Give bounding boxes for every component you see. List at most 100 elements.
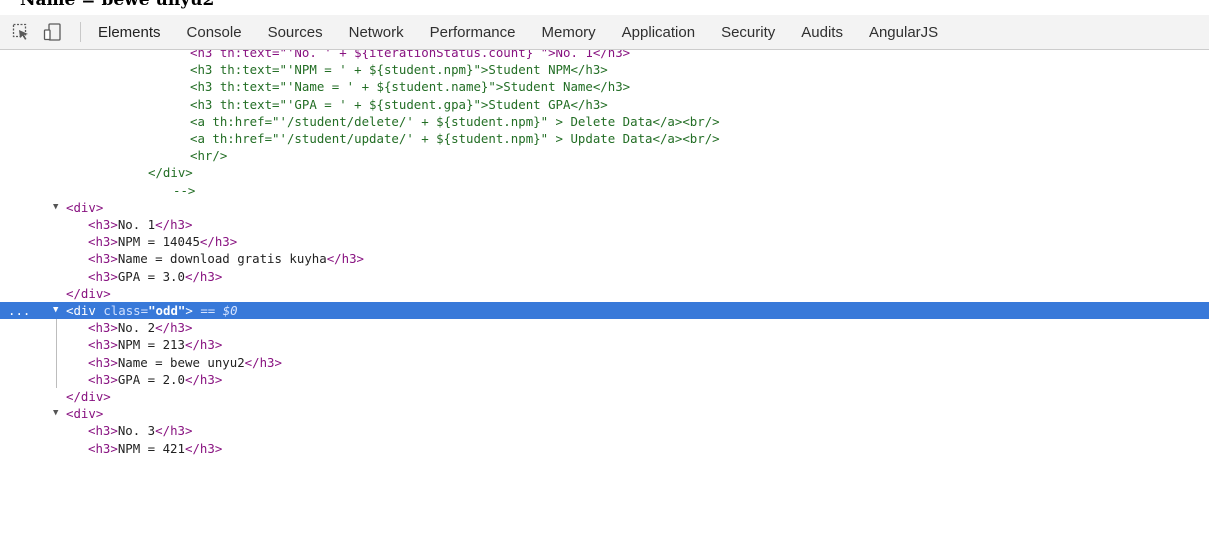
node-markup: <div> bbox=[66, 405, 103, 422]
markup-token: <h3> bbox=[88, 371, 118, 387]
markup-token: </h3> bbox=[155, 217, 193, 232]
markup-token: </h3> bbox=[155, 423, 193, 439]
markup-token: <h3> bbox=[88, 217, 118, 232]
dom-node-row[interactable]: ▼ <div> bbox=[0, 405, 1209, 422]
dom-node-row[interactable]: <h3 th:text="'NPM = ' + ${student.npm}">… bbox=[0, 61, 1209, 78]
markup-token: <h3> bbox=[88, 423, 118, 439]
markup-token: <h3 th:text="'NPM = ' + ${student.npm}">… bbox=[190, 62, 608, 78]
tab-console[interactable]: Console bbox=[174, 15, 255, 49]
tab-network[interactable]: Network bbox=[336, 15, 417, 49]
markup-token: NPM = 421 bbox=[117, 440, 185, 456]
dom-node-row[interactable]: <hr/> bbox=[0, 147, 1209, 164]
dom-node-row[interactable]: <h3>NPM = 421</h3> bbox=[0, 440, 1209, 457]
dom-node-row[interactable]: <h3>Name = download gratis kuyha</h3> bbox=[0, 250, 1209, 267]
markup-token: </h3> bbox=[326, 251, 365, 267]
node-markup: <div> bbox=[66, 199, 103, 216]
node-markup: <h3>NPM = 213</h3> bbox=[88, 336, 222, 353]
selected-node-row[interactable]: ... ▼ <div class="odd"> == $0 bbox=[0, 302, 1209, 320]
dom-node-row[interactable]: <h3>No. 3</h3> bbox=[0, 422, 1209, 439]
markup-token: == $0 bbox=[200, 303, 238, 318]
node-markup: --> bbox=[173, 182, 195, 199]
markup-token: No. 3 bbox=[117, 423, 156, 439]
tab-elements[interactable]: Elements bbox=[85, 15, 174, 49]
dom-node-row[interactable]: <h3>GPA = 2.0</h3> bbox=[0, 371, 1209, 388]
dom-node-row[interactable]: <h3>NPM = 14045</h3> bbox=[0, 233, 1209, 250]
expand-triangle-icon[interactable]: ▼ bbox=[53, 302, 58, 319]
device-toolbar-icon[interactable] bbox=[42, 21, 64, 43]
tab-application[interactable]: Application bbox=[609, 15, 708, 49]
markup-token: <h3> bbox=[88, 251, 118, 267]
markup-token: No. 1 bbox=[117, 217, 156, 232]
markup-token: <h3 th:text="'GPA = ' + ${student.gpa}">… bbox=[190, 96, 608, 112]
markup-token: </h3> bbox=[184, 337, 223, 353]
tab-security[interactable]: Security bbox=[708, 15, 788, 49]
tab-angularjs[interactable]: AngularJS bbox=[856, 15, 951, 49]
dom-node-row[interactable]: <h3 th:text="'Name = ' + ${student.name}… bbox=[0, 78, 1209, 95]
dom-node-row[interactable]: <h3>Name = bewe unyu2</h3> bbox=[0, 354, 1209, 371]
markup-token: <div> bbox=[66, 199, 104, 215]
dom-tree: <h3 th:text="'No. ' + ${iterationStatus.… bbox=[0, 50, 1209, 550]
markup-token: </h3> bbox=[184, 440, 223, 456]
markup-token: <h3 th:text="'Name = ' + ${student.name}… bbox=[190, 79, 631, 95]
markup-token: <h3> bbox=[88, 337, 118, 353]
node-markup: <h3>GPA = 3.0</h3> bbox=[88, 268, 222, 285]
tab-audits[interactable]: Audits bbox=[788, 15, 856, 49]
dom-node-row[interactable]: --> bbox=[0, 182, 1209, 199]
node-markup: <h3>Name = bewe unyu2</h3> bbox=[88, 354, 282, 371]
devtools-toolbar: Elements Console Sources Network Performance… bbox=[0, 15, 1209, 50]
markup-token: class= bbox=[103, 303, 149, 318]
inspect-element-icon[interactable] bbox=[10, 21, 32, 43]
dom-node-row[interactable]: </div> bbox=[0, 285, 1209, 302]
markup-token: <h3 th:text="'No. ' + ${iterationStatus.… bbox=[190, 50, 631, 60]
node-markup: <div class="odd"> == $0 bbox=[66, 302, 238, 319]
dom-node-row[interactable]: </div> bbox=[0, 388, 1209, 405]
markup-token: GPA = 2.0 bbox=[117, 371, 185, 387]
devtools-tabs: Elements Console Sources Network Performance… bbox=[85, 15, 951, 49]
dom-node-row[interactable]: <a th:href="'/student/update/' + ${stude… bbox=[0, 130, 1209, 147]
markup-token: <h3> bbox=[88, 268, 118, 284]
node-markup: <h3>GPA = 2.0</h3> bbox=[88, 371, 222, 388]
dom-node-row[interactable]: </div> bbox=[0, 164, 1209, 181]
expand-triangle-icon[interactable]: ▼ bbox=[53, 405, 58, 422]
node-markup: <h3>NPM = 14045</h3> bbox=[88, 233, 237, 250]
markup-token: </h3> bbox=[199, 234, 238, 250]
node-actions-ellipsis[interactable]: ... bbox=[8, 302, 30, 319]
dom-node-row[interactable]: <a th:href="'/student/delete/' + ${stude… bbox=[0, 113, 1209, 130]
markup-token: <div> bbox=[66, 406, 104, 422]
markup-token: <h3> bbox=[88, 440, 118, 456]
markup-token: Name = download gratis kuyha bbox=[117, 251, 327, 267]
dom-node-row[interactable]: <h3>No. 1</h3> bbox=[0, 216, 1209, 233]
markup-token: <h3> bbox=[88, 320, 118, 336]
markup-token: "odd" bbox=[148, 303, 186, 318]
markup-token: <a th:href="'/student/update/' + ${stude… bbox=[190, 131, 720, 146]
toolbar-divider bbox=[80, 22, 81, 42]
markup-token: <h3> bbox=[88, 354, 118, 370]
markup-token: No. 2 bbox=[117, 320, 156, 336]
dom-node-row[interactable]: <h3 th:text="'No. ' + ${iterationStatus.… bbox=[0, 50, 1209, 61]
markup-token: GPA = 3.0 bbox=[117, 268, 185, 284]
node-markup: </div> bbox=[66, 388, 111, 405]
markup-token: </h3> bbox=[184, 268, 223, 284]
markup-token: </h3> bbox=[244, 354, 282, 370]
dom-node-row[interactable]: <h3>GPA = 3.0</h3> bbox=[0, 268, 1209, 285]
node-markup: <h3>No. 1</h3> bbox=[88, 216, 192, 233]
node-markup: <h3 th:text="'Name = ' + ${student.name}… bbox=[190, 78, 630, 95]
node-markup: <h3 th:text="'GPA = ' + ${student.gpa}">… bbox=[190, 96, 608, 113]
markup-token: NPM = 14045 bbox=[117, 234, 200, 250]
node-markup: <h3>No. 2</h3> bbox=[88, 319, 192, 336]
markup-token: Name = bewe unyu2 bbox=[117, 354, 245, 370]
markup-token: </div> bbox=[148, 165, 193, 181]
dom-node-row[interactable]: ▼ <div> bbox=[0, 199, 1209, 216]
dom-node-row[interactable]: <h3>No. 2</h3> bbox=[0, 319, 1209, 336]
dom-node-row[interactable]: <h3>NPM = 213</h3> bbox=[0, 336, 1209, 353]
markup-token: > bbox=[185, 303, 201, 318]
tab-memory[interactable]: Memory bbox=[529, 15, 609, 49]
tab-sources[interactable]: Sources bbox=[255, 15, 336, 49]
node-markup: <h3 th:text="'No. ' + ${iterationStatus.… bbox=[190, 50, 630, 61]
markup-token: </div> bbox=[66, 389, 111, 404]
dom-node-row[interactable]: <h3 th:text="'GPA = ' + ${student.gpa}">… bbox=[0, 96, 1209, 113]
expand-triangle-icon[interactable]: ▼ bbox=[53, 199, 58, 216]
node-markup: <h3>NPM = 421</h3> bbox=[88, 440, 222, 457]
tab-performance[interactable]: Performance bbox=[417, 15, 529, 49]
markup-token: <h3> bbox=[88, 234, 118, 250]
